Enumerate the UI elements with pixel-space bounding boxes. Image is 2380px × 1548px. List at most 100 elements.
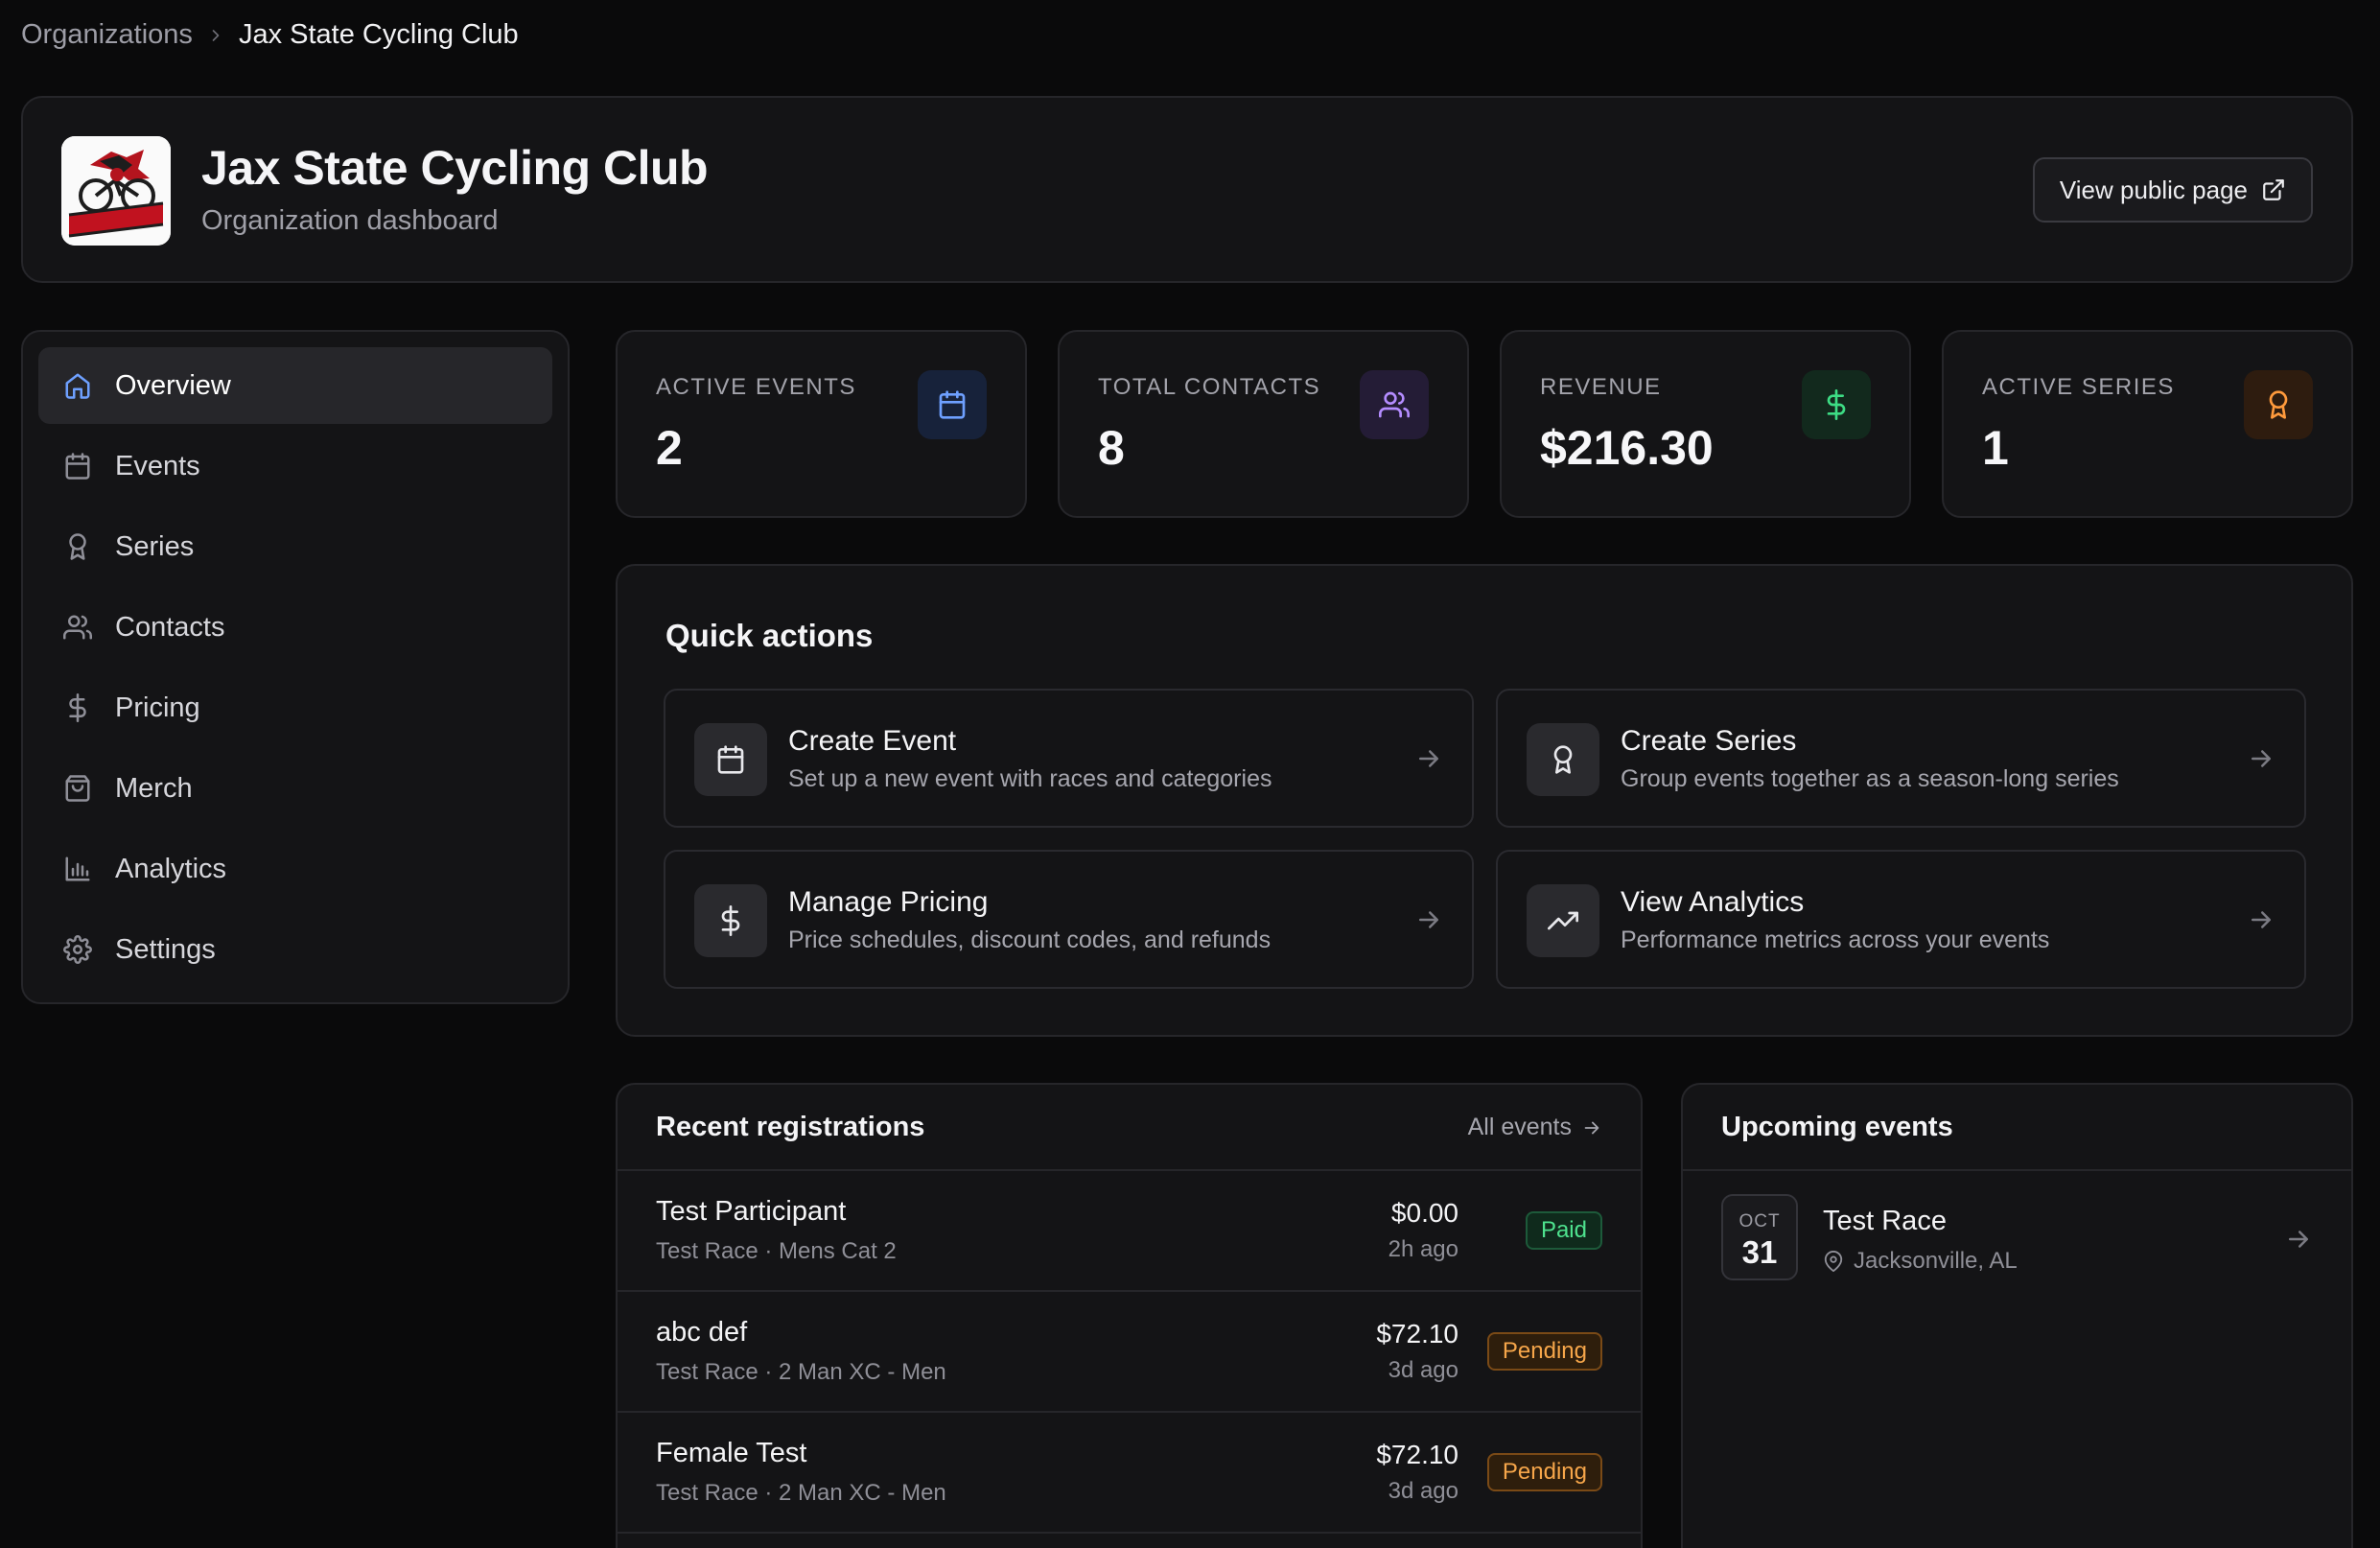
status-badge: Pending xyxy=(1486,1332,1602,1371)
all-events-label: All events xyxy=(1467,1114,1572,1140)
registration-amount: $72.10 xyxy=(1376,1319,1458,1349)
arrow-right-icon xyxy=(2284,1225,2313,1254)
action-title: View Analytics xyxy=(1621,886,1805,918)
recent-registrations-title: Recent registrations xyxy=(656,1112,925,1142)
stat-label: ACTIVE SERIES xyxy=(1982,374,2175,400)
stat-label: REVENUE xyxy=(1540,374,1662,400)
calendar-icon xyxy=(694,723,767,796)
users-icon xyxy=(1360,370,1429,439)
sidebar-item-label: Series xyxy=(115,530,195,562)
sidebar-item-overview[interactable]: Overview xyxy=(38,347,552,424)
action-title: Create Event xyxy=(788,725,957,757)
event-date: OCT 31 xyxy=(1721,1194,1798,1280)
sidebar-item-analytics[interactable]: Analytics xyxy=(38,831,552,907)
map-pin-icon xyxy=(1823,1251,1844,1272)
sidebar-item-label: Merch xyxy=(115,772,193,804)
registration-time: 3d ago xyxy=(1388,1478,1458,1504)
breadcrumb-organizations-link[interactable]: Organizations xyxy=(21,19,193,51)
action-description: Set up a new event with races and catego… xyxy=(788,765,1272,792)
sidebar-item-label: Analytics xyxy=(115,853,227,884)
award-icon xyxy=(2244,370,2313,439)
table-row[interactable]: Test Participant Test Race · Mens Cat 2 … xyxy=(618,1171,1641,1292)
calendar-icon xyxy=(61,450,94,482)
upcoming-events-title: Upcoming events xyxy=(1721,1112,1953,1142)
users-icon xyxy=(61,611,94,644)
quick-actions-card: Quick actions Create Event Set up a new … xyxy=(616,564,2353,1037)
event-location-label: Jacksonville, AL xyxy=(1854,1248,2018,1274)
page-subtitle: Organization dashboard xyxy=(201,205,499,236)
page-title: Jax State Cycling Club xyxy=(201,141,709,195)
dollar-icon xyxy=(61,692,94,724)
calendar-icon xyxy=(918,370,987,439)
sidebar-item-series[interactable]: Series xyxy=(38,508,552,585)
table-row[interactable]: Female Test Test Race · 2 Man XC - Men $… xyxy=(618,1413,1641,1534)
registrant-name: abc def xyxy=(656,1317,748,1348)
event-month: OCT xyxy=(1738,1211,1781,1231)
arrow-right-icon xyxy=(2247,905,2275,934)
registration-meta: Test Race · 2 Man XC - Men xyxy=(656,1359,946,1385)
sidebar-item-label: Contacts xyxy=(115,611,225,643)
trending-up-icon xyxy=(1527,884,1599,957)
dollar-icon xyxy=(694,884,767,957)
stat-value: 2 xyxy=(656,421,683,475)
action-title: Manage Pricing xyxy=(788,886,989,918)
award-icon xyxy=(61,530,94,563)
sidebar-item-events[interactable]: Events xyxy=(38,428,552,504)
stat-value: 1 xyxy=(1982,421,2009,475)
registrant-name: Female Test xyxy=(656,1438,807,1468)
recent-registrations-card: Recent registrations All events Test Par… xyxy=(616,1083,1643,1548)
arrow-right-icon xyxy=(1414,905,1443,934)
card-header: Recent registrations All events xyxy=(618,1085,1641,1171)
registration-amount: $72.10 xyxy=(1376,1440,1458,1469)
stat-card-total-contacts: TOTAL CONTACTS 8 xyxy=(1058,330,1469,518)
sidebar-item-settings[interactable]: Settings xyxy=(38,911,552,988)
table-row[interactable]: abc def Test Race · 2 Man XC - Men $72.1… xyxy=(618,1292,1641,1413)
registration-amount: $0.00 xyxy=(1390,1198,1458,1228)
registration-time: 3d ago xyxy=(1388,1357,1458,1383)
org-logo xyxy=(61,136,171,246)
event-name: Test Race xyxy=(1823,1206,1947,1236)
sidebar-item-label: Events xyxy=(115,450,200,481)
sidebar-item-contacts[interactable]: Contacts xyxy=(38,589,552,666)
home-icon xyxy=(61,369,94,402)
registrant-name: Test Participant xyxy=(656,1196,847,1227)
arrow-right-icon xyxy=(2247,744,2275,773)
all-events-link[interactable]: All events xyxy=(1468,1114,1602,1141)
stat-card-active-events: ACTIVE EVENTS 2 xyxy=(616,330,1027,518)
stat-label: ACTIVE EVENTS xyxy=(656,374,856,400)
registration-meta: Test Race · Mens Cat 2 xyxy=(656,1238,897,1264)
sidebar-item-label: Settings xyxy=(115,933,216,965)
view-public-page-label: View public page xyxy=(2059,175,2248,204)
sidebar-nav: Overview Events Series Contacts Pricing … xyxy=(21,330,570,1004)
sidebar-item-pricing[interactable]: Pricing xyxy=(38,669,552,746)
breadcrumb-current: Jax State Cycling Club xyxy=(238,19,519,50)
dollar-icon xyxy=(1802,370,1871,439)
sidebar-item-merch[interactable]: Merch xyxy=(38,750,552,827)
status-badge: Paid xyxy=(1525,1211,1602,1250)
bar-chart-icon xyxy=(61,853,94,885)
event-location: Jacksonville, AL xyxy=(1823,1248,2018,1275)
quick-actions-title: Quick actions xyxy=(665,618,874,653)
sidebar-item-label: Overview xyxy=(115,369,231,401)
registration-time: 2h ago xyxy=(1388,1236,1458,1262)
stat-value: $216.30 xyxy=(1540,421,1714,475)
stat-label: TOTAL CONTACTS xyxy=(1098,374,1321,400)
manage-pricing-action[interactable]: Manage Pricing Price schedules, discount… xyxy=(664,850,1474,989)
action-description: Price schedules, discount codes, and ref… xyxy=(788,926,1272,953)
action-title: Create Series xyxy=(1621,725,1797,757)
upcoming-events-card: Upcoming events OCT 31 Test Race Jackson… xyxy=(1681,1083,2353,1548)
create-series-action[interactable]: Create Series Group events together as a… xyxy=(1496,689,2306,828)
arrow-right-icon xyxy=(1414,744,1443,773)
registration-meta: Test Race · 2 Man XC - Men xyxy=(656,1480,946,1506)
card-header: Upcoming events xyxy=(1683,1085,2351,1171)
view-analytics-action[interactable]: View Analytics Performance metrics acros… xyxy=(1496,850,2306,989)
shopping-bag-icon xyxy=(61,772,94,805)
arrow-right-icon xyxy=(1581,1117,1602,1138)
create-event-action[interactable]: Create Event Set up a new event with rac… xyxy=(664,689,1474,828)
external-link-icon xyxy=(2261,177,2286,202)
event-day: 31 xyxy=(1741,1234,1778,1270)
breadcrumb: Organizations Jax State Cycling Club xyxy=(21,19,519,51)
view-public-page-button[interactable]: View public page xyxy=(2032,157,2313,223)
chevron-right-icon xyxy=(206,26,225,45)
list-item[interactable]: OCT 31 Test Race Jacksonville, AL xyxy=(1683,1171,2351,1303)
